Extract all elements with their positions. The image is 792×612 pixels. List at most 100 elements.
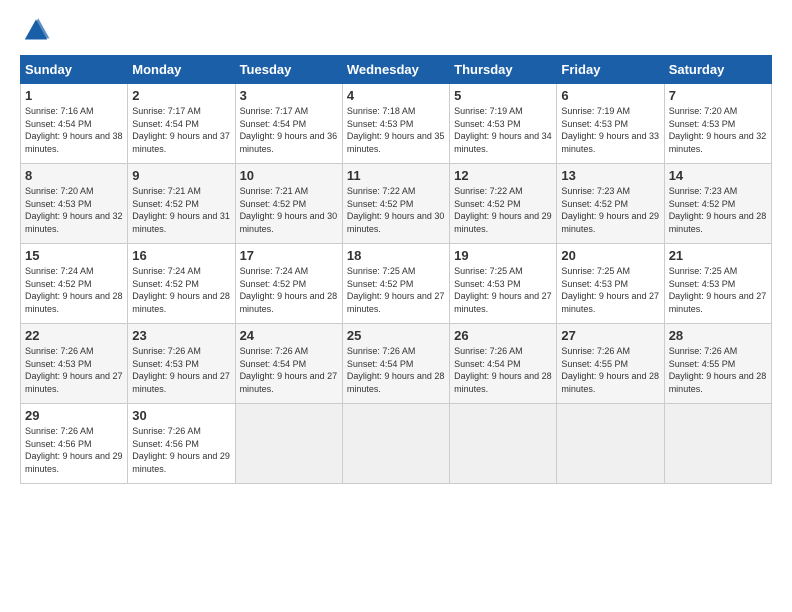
day-number: 19: [454, 248, 552, 263]
calendar-cell: [557, 404, 664, 484]
day-number: 23: [132, 328, 230, 343]
day-info: Sunrise: 7:16 AM Sunset: 4:54 PM Dayligh…: [25, 105, 123, 155]
calendar-cell: 18 Sunrise: 7:25 AM Sunset: 4:52 PM Dayl…: [342, 244, 449, 324]
day-info: Sunrise: 7:17 AM Sunset: 4:54 PM Dayligh…: [132, 105, 230, 155]
calendar-cell: 24 Sunrise: 7:26 AM Sunset: 4:54 PM Dayl…: [235, 324, 342, 404]
calendar-cell: 7 Sunrise: 7:20 AM Sunset: 4:53 PM Dayli…: [664, 84, 771, 164]
header-day: Friday: [557, 56, 664, 84]
header-row: SundayMondayTuesdayWednesdayThursdayFrid…: [21, 56, 772, 84]
calendar-week-row: 15 Sunrise: 7:24 AM Sunset: 4:52 PM Dayl…: [21, 244, 772, 324]
calendar-cell: 16 Sunrise: 7:24 AM Sunset: 4:52 PM Dayl…: [128, 244, 235, 324]
calendar-cell: 1 Sunrise: 7:16 AM Sunset: 4:54 PM Dayli…: [21, 84, 128, 164]
calendar-cell: 8 Sunrise: 7:20 AM Sunset: 4:53 PM Dayli…: [21, 164, 128, 244]
day-number: 20: [561, 248, 659, 263]
calendar-cell: 20 Sunrise: 7:25 AM Sunset: 4:53 PM Dayl…: [557, 244, 664, 324]
day-info: Sunrise: 7:21 AM Sunset: 4:52 PM Dayligh…: [240, 185, 338, 235]
day-info: Sunrise: 7:25 AM Sunset: 4:53 PM Dayligh…: [561, 265, 659, 315]
day-number: 22: [25, 328, 123, 343]
day-info: Sunrise: 7:26 AM Sunset: 4:54 PM Dayligh…: [240, 345, 338, 395]
day-number: 6: [561, 88, 659, 103]
day-number: 17: [240, 248, 338, 263]
header: [20, 16, 772, 49]
day-number: 9: [132, 168, 230, 183]
calendar-cell: 19 Sunrise: 7:25 AM Sunset: 4:53 PM Dayl…: [450, 244, 557, 324]
calendar-cell: 10 Sunrise: 7:21 AM Sunset: 4:52 PM Dayl…: [235, 164, 342, 244]
day-info: Sunrise: 7:26 AM Sunset: 4:53 PM Dayligh…: [25, 345, 123, 395]
day-info: Sunrise: 7:24 AM Sunset: 4:52 PM Dayligh…: [25, 265, 123, 315]
day-number: 18: [347, 248, 445, 263]
day-info: Sunrise: 7:23 AM Sunset: 4:52 PM Dayligh…: [561, 185, 659, 235]
header-day: Monday: [128, 56, 235, 84]
calendar-cell: 21 Sunrise: 7:25 AM Sunset: 4:53 PM Dayl…: [664, 244, 771, 324]
calendar-cell: 25 Sunrise: 7:26 AM Sunset: 4:54 PM Dayl…: [342, 324, 449, 404]
logo-icon: [22, 16, 50, 44]
day-info: Sunrise: 7:26 AM Sunset: 4:53 PM Dayligh…: [132, 345, 230, 395]
calendar-cell: 9 Sunrise: 7:21 AM Sunset: 4:52 PM Dayli…: [128, 164, 235, 244]
day-info: Sunrise: 7:24 AM Sunset: 4:52 PM Dayligh…: [132, 265, 230, 315]
day-number: 8: [25, 168, 123, 183]
calendar-cell: 12 Sunrise: 7:22 AM Sunset: 4:52 PM Dayl…: [450, 164, 557, 244]
day-info: Sunrise: 7:26 AM Sunset: 4:54 PM Dayligh…: [454, 345, 552, 395]
calendar-cell: 27 Sunrise: 7:26 AM Sunset: 4:55 PM Dayl…: [557, 324, 664, 404]
day-info: Sunrise: 7:25 AM Sunset: 4:53 PM Dayligh…: [669, 265, 767, 315]
day-number: 15: [25, 248, 123, 263]
day-info: Sunrise: 7:25 AM Sunset: 4:53 PM Dayligh…: [454, 265, 552, 315]
calendar-cell: 4 Sunrise: 7:18 AM Sunset: 4:53 PM Dayli…: [342, 84, 449, 164]
logo: [20, 16, 50, 49]
day-info: Sunrise: 7:23 AM Sunset: 4:52 PM Dayligh…: [669, 185, 767, 235]
calendar-cell: 6 Sunrise: 7:19 AM Sunset: 4:53 PM Dayli…: [557, 84, 664, 164]
day-number: 26: [454, 328, 552, 343]
day-number: 16: [132, 248, 230, 263]
calendar-cell: 26 Sunrise: 7:26 AM Sunset: 4:54 PM Dayl…: [450, 324, 557, 404]
day-info: Sunrise: 7:22 AM Sunset: 4:52 PM Dayligh…: [347, 185, 445, 235]
day-info: Sunrise: 7:19 AM Sunset: 4:53 PM Dayligh…: [454, 105, 552, 155]
day-number: 4: [347, 88, 445, 103]
calendar-cell: 15 Sunrise: 7:24 AM Sunset: 4:52 PM Dayl…: [21, 244, 128, 324]
calendar-cell: 2 Sunrise: 7:17 AM Sunset: 4:54 PM Dayli…: [128, 84, 235, 164]
calendar-cell: 30 Sunrise: 7:26 AM Sunset: 4:56 PM Dayl…: [128, 404, 235, 484]
calendar-cell: 14 Sunrise: 7:23 AM Sunset: 4:52 PM Dayl…: [664, 164, 771, 244]
calendar-cell: 28 Sunrise: 7:26 AM Sunset: 4:55 PM Dayl…: [664, 324, 771, 404]
day-info: Sunrise: 7:26 AM Sunset: 4:56 PM Dayligh…: [132, 425, 230, 475]
calendar-week-row: 8 Sunrise: 7:20 AM Sunset: 4:53 PM Dayli…: [21, 164, 772, 244]
calendar-week-row: 29 Sunrise: 7:26 AM Sunset: 4:56 PM Dayl…: [21, 404, 772, 484]
calendar-cell: 22 Sunrise: 7:26 AM Sunset: 4:53 PM Dayl…: [21, 324, 128, 404]
day-info: Sunrise: 7:17 AM Sunset: 4:54 PM Dayligh…: [240, 105, 338, 155]
calendar-cell: 23 Sunrise: 7:26 AM Sunset: 4:53 PM Dayl…: [128, 324, 235, 404]
page: SundayMondayTuesdayWednesdayThursdayFrid…: [0, 0, 792, 612]
day-number: 7: [669, 88, 767, 103]
calendar-cell: 29 Sunrise: 7:26 AM Sunset: 4:56 PM Dayl…: [21, 404, 128, 484]
calendar-cell: 3 Sunrise: 7:17 AM Sunset: 4:54 PM Dayli…: [235, 84, 342, 164]
day-info: Sunrise: 7:20 AM Sunset: 4:53 PM Dayligh…: [669, 105, 767, 155]
day-number: 11: [347, 168, 445, 183]
header-day: Thursday: [450, 56, 557, 84]
header-day: Wednesday: [342, 56, 449, 84]
day-number: 30: [132, 408, 230, 423]
day-number: 14: [669, 168, 767, 183]
calendar-table: SundayMondayTuesdayWednesdayThursdayFrid…: [20, 55, 772, 484]
calendar-cell: 13 Sunrise: 7:23 AM Sunset: 4:52 PM Dayl…: [557, 164, 664, 244]
day-number: 13: [561, 168, 659, 183]
calendar-cell: 5 Sunrise: 7:19 AM Sunset: 4:53 PM Dayli…: [450, 84, 557, 164]
day-number: 3: [240, 88, 338, 103]
day-info: Sunrise: 7:18 AM Sunset: 4:53 PM Dayligh…: [347, 105, 445, 155]
day-info: Sunrise: 7:19 AM Sunset: 4:53 PM Dayligh…: [561, 105, 659, 155]
day-info: Sunrise: 7:22 AM Sunset: 4:52 PM Dayligh…: [454, 185, 552, 235]
day-info: Sunrise: 7:20 AM Sunset: 4:53 PM Dayligh…: [25, 185, 123, 235]
day-number: 28: [669, 328, 767, 343]
calendar-cell: [342, 404, 449, 484]
day-number: 29: [25, 408, 123, 423]
header-day: Tuesday: [235, 56, 342, 84]
day-info: Sunrise: 7:26 AM Sunset: 4:56 PM Dayligh…: [25, 425, 123, 475]
day-number: 21: [669, 248, 767, 263]
header-day: Saturday: [664, 56, 771, 84]
calendar-cell: [450, 404, 557, 484]
calendar-cell: [664, 404, 771, 484]
day-info: Sunrise: 7:25 AM Sunset: 4:52 PM Dayligh…: [347, 265, 445, 315]
day-number: 25: [347, 328, 445, 343]
day-number: 27: [561, 328, 659, 343]
day-info: Sunrise: 7:21 AM Sunset: 4:52 PM Dayligh…: [132, 185, 230, 235]
day-number: 1: [25, 88, 123, 103]
day-info: Sunrise: 7:26 AM Sunset: 4:55 PM Dayligh…: [669, 345, 767, 395]
calendar-week-row: 22 Sunrise: 7:26 AM Sunset: 4:53 PM Dayl…: [21, 324, 772, 404]
